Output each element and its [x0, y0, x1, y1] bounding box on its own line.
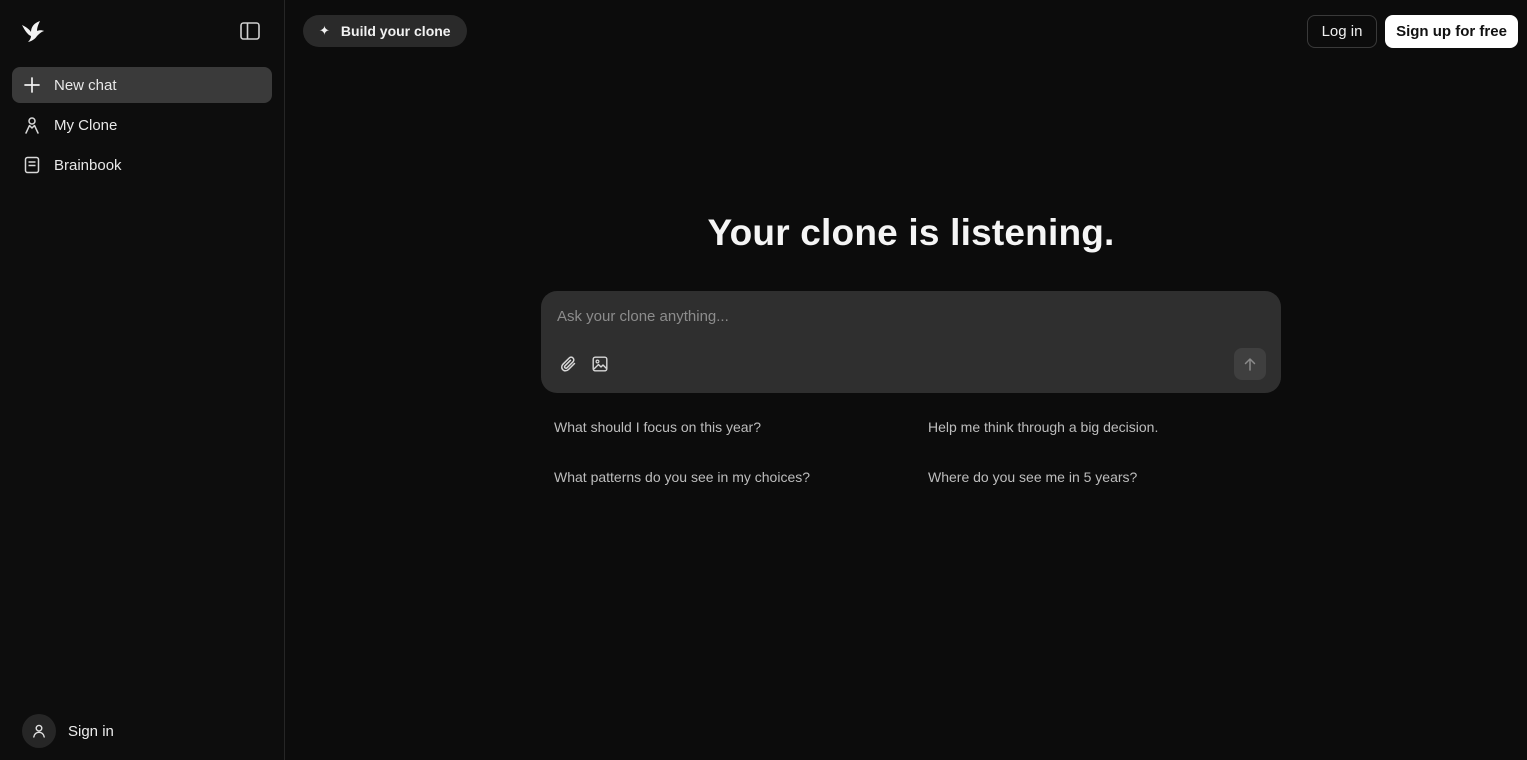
build-clone-label: Build your clone — [340, 23, 451, 39]
sidebar-item-brainbook[interactable]: Brainbook — [12, 147, 272, 183]
sidebar-item-label: New chat — [54, 76, 117, 94]
suggestion-chip[interactable]: Where do you see me in 5 years? — [928, 469, 1137, 485]
sidebar-toggle-icon[interactable] — [236, 17, 264, 45]
book-icon — [23, 156, 41, 174]
sidebar-item-new-chat[interactable]: New chat — [12, 67, 272, 103]
chat-input[interactable] — [557, 305, 1257, 327]
image-icon[interactable] — [590, 354, 610, 374]
suggestion-chip[interactable]: Help me think through a big decision. — [928, 419, 1158, 435]
log-in-button[interactable]: Log in — [1307, 15, 1377, 48]
send-button[interactable] — [1234, 348, 1266, 380]
page-headline: Your clone is listening. — [707, 212, 1115, 253]
person-icon — [23, 116, 41, 134]
build-clone-button[interactable]: ✦ Build your clone — [303, 15, 467, 47]
app-root: New chat My Clone Brainbook Sign in ✦ Bu… — [0, 0, 1527, 760]
sign-in-label: Sign in — [68, 722, 114, 740]
sign-up-button[interactable]: Sign up for free — [1385, 15, 1518, 48]
suggestion-chip[interactable]: What should I focus on this year? — [554, 419, 761, 435]
sparkle-icon: ✦ — [319, 23, 330, 38]
paperclip-icon[interactable] — [559, 354, 579, 374]
chat-composer — [541, 291, 1281, 393]
suggestion-chip[interactable]: What patterns do you see in my choices? — [554, 469, 810, 485]
sidebar: New chat My Clone Brainbook Sign in — [0, 0, 285, 760]
bird-logo-icon[interactable] — [20, 19, 46, 45]
user-avatar-icon — [22, 714, 56, 748]
sidebar-item-label: Brainbook — [54, 156, 122, 174]
sidebar-item-my-clone[interactable]: My Clone — [12, 107, 272, 143]
sidebar-item-label: My Clone — [54, 116, 118, 134]
sign-in-button[interactable]: Sign in — [22, 714, 114, 748]
plus-icon — [23, 76, 41, 94]
arrow-up-icon — [1244, 358, 1256, 371]
